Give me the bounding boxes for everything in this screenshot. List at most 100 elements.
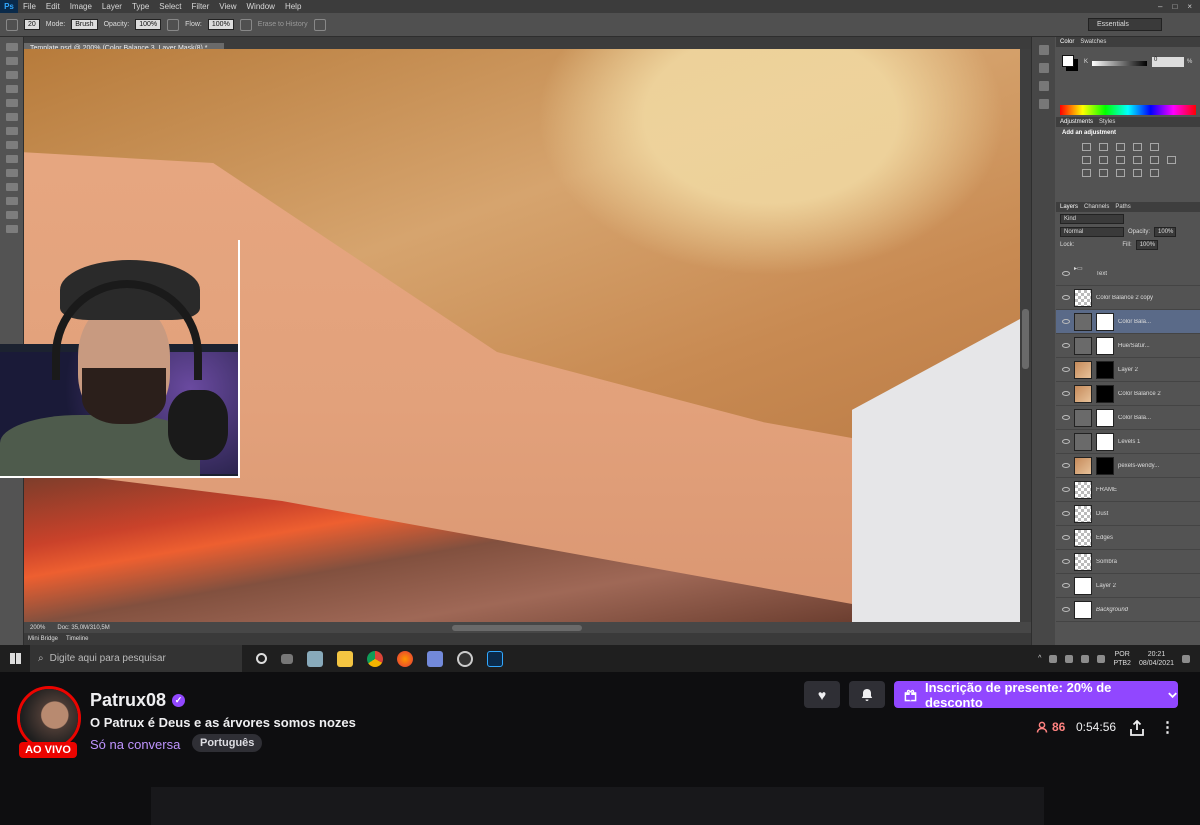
tray-chevron-icon: ^: [1038, 655, 1042, 662]
adjustments-panel: Add an adjustment: [1056, 127, 1200, 202]
layer-thumbnail: [1074, 528, 1092, 547]
layer-row: Layer 2: [1056, 358, 1200, 382]
history-icon: [1039, 45, 1049, 55]
discord-icon: [427, 650, 443, 667]
visibility-eye-icon: [1062, 607, 1070, 612]
layer-row: Edges: [1056, 526, 1200, 550]
avatar-image: [20, 689, 78, 747]
hue-saturation-icon: [1082, 156, 1091, 164]
adjustments-panel-tabs: Adjustments Styles: [1056, 117, 1200, 127]
paragraph-icon: [1039, 99, 1049, 109]
layer-name: Color Bala...: [1118, 318, 1152, 325]
gift-subscription-button[interactable]: Inscrição de presente: 20% de desconto: [894, 679, 1178, 710]
share-button[interactable]: [1130, 719, 1144, 739]
layer-row: Color Bala...: [1056, 406, 1200, 430]
k-value: 0: [1152, 57, 1184, 67]
battery-icon: [1065, 654, 1074, 663]
taskbar-apps: [242, 650, 503, 667]
blank-icon: [1167, 143, 1176, 151]
eyedropper-icon: [6, 113, 18, 121]
avatar[interactable]: [17, 686, 81, 750]
channel-label: K: [1084, 59, 1089, 65]
language-code: POR: [1114, 650, 1130, 658]
layer-opacity-field: 100%: [1154, 227, 1177, 237]
eraser-tool-icon: [6, 18, 18, 31]
layer-name: Sombra: [1096, 558, 1118, 565]
notifications-button[interactable]: [849, 681, 885, 708]
gradient-map-icon: [1133, 169, 1142, 177]
adjustments-heading: Add an adjustment: [1062, 130, 1117, 136]
ps-menu-filter: Filter: [191, 2, 210, 11]
layer-thumbnail: [1074, 600, 1092, 619]
layer-thumbnail: [1074, 336, 1092, 355]
eraser-icon: [6, 183, 18, 191]
layer-row: FRAME: [1056, 478, 1200, 502]
history-brush-icon: [6, 169, 18, 177]
color-panel: K 0 %: [1056, 47, 1200, 117]
layer-row: Sombra: [1056, 550, 1200, 574]
tab-mini-bridge: Mini Bridge: [28, 636, 59, 642]
tab-paths: Paths: [1115, 204, 1131, 210]
heart-icon: ♥: [817, 686, 827, 703]
clock-time: 20:21: [1147, 650, 1166, 658]
share-icon: [1130, 719, 1144, 736]
layers-panel-tabs: Layers Channels Paths: [1056, 202, 1200, 212]
channel-name-row: Patrux08 ✓: [90, 690, 186, 711]
follow-button[interactable]: ♥: [804, 681, 840, 708]
language-tag[interactable]: Português: [192, 734, 263, 752]
layer-thumbnail: [1074, 312, 1092, 331]
layer-mask-thumbnail: [1096, 312, 1114, 331]
layer-name: Text: [1096, 270, 1108, 277]
k-unit: %: [1187, 59, 1193, 65]
layer-row: Layer 2: [1056, 574, 1200, 598]
folder-icon: [337, 650, 353, 667]
layer-name: Hue/Satur...: [1118, 342, 1150, 349]
visibility-eye-icon: [1062, 367, 1070, 372]
stamp-tool-icon: [6, 155, 18, 163]
firefox-icon: [397, 650, 413, 667]
cortana-icon: [256, 653, 267, 664]
k-slider: [1092, 61, 1147, 66]
flow-field: 100%: [207, 19, 234, 30]
ps-options-bar: 20 Mode: Brush Opacity: 100% Flow: 100% …: [0, 13, 1200, 37]
layer-row: Color Balance 2 copy: [1056, 286, 1200, 310]
more-options-button[interactable]: ⋮: [1160, 718, 1175, 736]
layer-thumbnail: [1074, 480, 1092, 499]
stream-uptime: 0:54:56: [1076, 720, 1117, 734]
layer-name: Layer 2: [1096, 582, 1117, 589]
viewer-count-value: 86: [1052, 720, 1066, 734]
gift-icon: [904, 689, 917, 701]
exposure-icon: [1133, 143, 1142, 151]
blend-mode-select: Normal: [1060, 227, 1124, 237]
adjustment-icons: [1056, 139, 1200, 181]
posterize-icon: [1099, 169, 1108, 177]
doc-size: Doc: 35,0M/310,5M: [57, 624, 110, 631]
visibility-eye-icon: [1062, 535, 1070, 540]
channel-name[interactable]: Patrux08: [90, 690, 166, 711]
opacity-field: 100%: [135, 19, 162, 30]
below-info-panel: [151, 787, 1044, 825]
person-icon: [1036, 721, 1048, 733]
layer-name: Levels 1: [1118, 438, 1141, 445]
foreground-color-swatch: [1062, 55, 1074, 67]
ps-menu-view: View: [219, 2, 237, 11]
gift-subscription-label: Inscrição de presente: 20% de desconto: [924, 679, 1112, 710]
stream-category-link[interactable]: Só na conversa: [90, 737, 180, 752]
tab-styles: Styles: [1099, 119, 1116, 125]
live-badge: AO VIVO: [19, 742, 77, 758]
crop-tool-icon: [6, 99, 18, 107]
visibility-eye-icon: [1062, 319, 1070, 324]
layer-name: Background: [1096, 606, 1129, 613]
tab-adjustments: Adjustments: [1060, 119, 1094, 125]
layer-thumbnail: [1074, 456, 1092, 475]
minimize-icon: –: [1158, 2, 1163, 11]
stream-video[interactable]: Ps File Edit Image Layer Type Select Fil…: [0, 0, 1200, 645]
ps-panel-dock-icons: [1031, 37, 1055, 645]
maximize-icon: □: [1172, 2, 1178, 11]
layer-opacity-label: Opacity:: [1128, 229, 1151, 235]
pressure-opacity-icon: [167, 18, 180, 31]
layer-thumbnail: [1074, 504, 1092, 523]
close-icon: ×: [1187, 2, 1192, 11]
ps-menu-window: Window: [246, 2, 275, 11]
marquee-tool-icon: [6, 57, 18, 65]
